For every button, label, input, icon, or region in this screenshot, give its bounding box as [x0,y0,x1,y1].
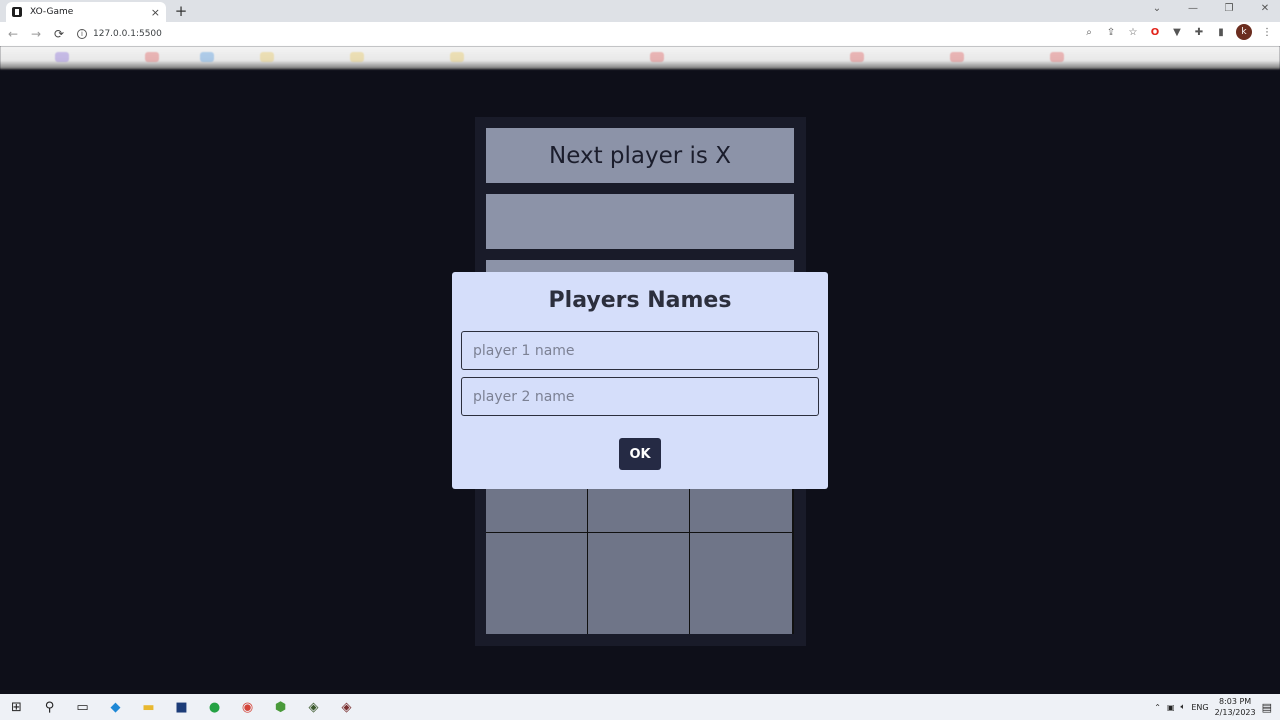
new-tab-button[interactable]: + [172,2,190,20]
reload-button[interactable]: ⟳ [49,24,69,44]
bookmark-icon[interactable] [200,52,214,62]
close-window-button[interactable]: ✕ [1258,3,1272,14]
page-favicon-icon [12,7,22,17]
tab-search-icon[interactable]: ⌄ [1150,3,1164,14]
bookmark-icon[interactable] [350,52,364,62]
clock[interactable]: 8:03 PM 2/13/2023 [1215,696,1256,718]
bookmark-icon[interactable] [260,52,274,62]
app-icon-2[interactable]: ◈ [330,694,363,720]
bookmark-star-icon[interactable]: ☆ [1126,25,1140,39]
bookmark-icon[interactable] [145,52,159,62]
network-icon[interactable]: ▣ [1167,703,1175,712]
browser-tab[interactable]: XO-Game × [6,2,166,22]
bookmark-icon[interactable] [650,52,664,62]
back-button[interactable]: ← [3,24,23,44]
search-icon[interactable]: ⚲ [33,694,66,720]
side-panel-icon[interactable]: ▮ [1214,25,1228,39]
board-cell[interactable] [588,533,689,634]
extensions-puzzle-icon[interactable]: ✚ [1192,25,1206,39]
forward-button[interactable]: → [26,24,46,44]
zoom-icon[interactable]: ⌕ [1082,25,1096,39]
restore-button[interactable]: ❐ [1222,3,1236,14]
share-icon[interactable]: ⇪ [1104,25,1118,39]
language-indicator[interactable]: ENG [1191,703,1208,712]
site-info-icon[interactable]: i [77,29,87,39]
windows-start-icon[interactable]: ⊞ [0,694,33,720]
opera-extension-icon[interactable]: O [1148,25,1162,39]
whatsapp-icon[interactable]: ● [198,694,231,720]
minimize-button[interactable]: — [1186,3,1200,14]
browser-toolbar: ← → ⟳ i 127.0.0.1:5500 ⌕ ⇪ ☆ O ▼ ✚ ▮ k ⋮ [0,22,1280,46]
board-cell[interactable] [690,533,792,634]
tab-title: XO-Game [30,7,74,17]
task-view-icon[interactable]: ▭ [66,694,99,720]
url-text: 127.0.0.1:5500 [93,29,162,39]
os-taskbar: ⊞ ⚲ ▭ ◆ ▬ ■ ● ◉ ⬢ ◈ ◈ ⌃ ▣ 🔈︎ ENG 8:03 PM… [0,694,1280,720]
browser-tabbar: XO-Game × + ⌄ — ❐ ✕ [0,0,1280,22]
ok-button[interactable]: OK [619,438,661,470]
bookmark-icon[interactable] [55,52,69,62]
photoshop-icon[interactable]: ■ [165,694,198,720]
chrome-icon[interactable]: ◉ [231,694,264,720]
player1-name-input[interactable] [461,331,819,370]
file-explorer-icon[interactable]: ▬ [132,694,165,720]
bookmark-icon[interactable] [950,52,964,62]
bookmark-icon[interactable] [450,52,464,62]
clock-date: 2/13/2023 [1214,708,1256,717]
dialog-title: Players Names [548,288,732,313]
notifications-icon[interactable]: ▤ [1262,701,1272,714]
page-viewport: Next player is X Players Names OK [0,72,1280,694]
volume-icon[interactable]: 🔈︎ [1181,702,1186,712]
player-info-box [486,194,794,249]
bookmarks-bar [0,46,1280,70]
bookmark-icon[interactable] [850,52,864,62]
toolbar-actions: ⌕ ⇪ ☆ O ▼ ✚ ▮ k ⋮ [1082,24,1274,40]
bookmark-icon[interactable] [1050,52,1064,62]
tab-close-icon[interactable]: × [151,6,160,19]
clock-time: 8:03 PM [1218,697,1252,706]
window-controls: ⌄ — ❐ ✕ [1150,3,1272,14]
board-cell[interactable] [486,533,587,634]
profile-avatar[interactable]: k [1236,24,1252,40]
vpn-extension-icon[interactable]: ▼ [1170,25,1184,39]
menu-kebab-icon[interactable]: ⋮ [1260,25,1274,39]
node-app-icon[interactable]: ⬢ [264,694,297,720]
turn-status: Next player is X [486,128,794,183]
address-bar[interactable]: i 127.0.0.1:5500 [77,29,162,39]
system-tray: ⌃ ▣ 🔈︎ ENG 8:03 PM 2/13/2023 ▤ [1154,694,1272,720]
vscode-icon[interactable]: ◆ [99,694,132,720]
player2-name-input[interactable] [461,377,819,416]
players-names-dialog: Players Names OK [452,272,828,489]
app-icon[interactable]: ◈ [297,694,330,720]
tray-chevron-icon[interactable]: ⌃ [1154,703,1161,712]
